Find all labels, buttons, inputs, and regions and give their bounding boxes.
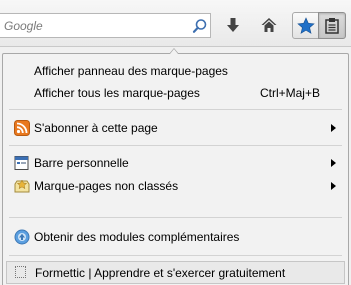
- recent-bookmark-item[interactable]: Formettic | Apprendre et s'exercer gratu…: [6, 261, 345, 284]
- search-input[interactable]: [4, 17, 184, 34]
- menu-item-unsorted-bookmarks[interactable]: Marque-pages non classés: [3, 175, 348, 197]
- page-icon: [15, 266, 26, 278]
- menu-item-bookmarks-toolbar[interactable]: Barre personnelle: [3, 152, 348, 174]
- menu-separator: [9, 109, 342, 110]
- submenu-arrow-icon: [331, 182, 336, 190]
- menu-separator: [9, 255, 342, 256]
- menu-item-show-sidebar[interactable]: Afficher panneau des marque-pages: [3, 60, 348, 82]
- menu-separator: [9, 217, 342, 218]
- menu-item-shortcut: Ctrl+Maj+B: [259, 86, 320, 100]
- addons-icon: [14, 229, 30, 245]
- menu-item-label: Barre personnelle: [34, 156, 129, 170]
- home-icon: [261, 18, 277, 32]
- menu-item-show-all-bookmarks[interactable]: Afficher tous les marque-pages Ctrl+Maj+…: [3, 82, 348, 104]
- menu-item-get-addons[interactable]: Obtenir des modules complémentaires: [3, 226, 348, 248]
- menu-item-label: Afficher panneau des marque-pages: [34, 64, 228, 78]
- bookmarks-library-icon: [325, 18, 339, 34]
- unsorted-bookmarks-icon: [14, 179, 30, 193]
- bookmarks-menu-button[interactable]: [318, 12, 346, 39]
- bookmark-star-icon: [297, 17, 315, 34]
- search-icon[interactable]: [192, 18, 208, 34]
- menu-item-label: Obtenir des modules complémentaires: [34, 230, 240, 244]
- menu-item-subscribe[interactable]: S'abonner à cette page: [3, 117, 348, 139]
- home-button[interactable]: [256, 12, 282, 38]
- download-button[interactable]: [220, 12, 246, 38]
- panel-arrow-inner: [170, 49, 178, 54]
- menu-item-label: S'abonner à cette page: [34, 121, 158, 135]
- navigation-toolbar: [0, 0, 351, 47]
- search-bar[interactable]: [0, 13, 211, 38]
- menu-item-label: Marque-pages non classés: [34, 179, 179, 193]
- menu-item-label: Afficher tous les marque-pages: [34, 86, 200, 100]
- bookmark-star-button[interactable]: [292, 12, 319, 39]
- menu-separator: [9, 145, 342, 146]
- submenu-arrow-icon: [331, 159, 336, 167]
- rss-icon: [14, 120, 30, 136]
- bookmarks-toolbar-icon: [14, 156, 29, 170]
- recent-bookmark-label: Formettic | Apprendre et s'exercer gratu…: [35, 266, 286, 280]
- bookmarks-menu-panel: Afficher panneau des marque-pages Affich…: [2, 49, 349, 285]
- download-arrow-icon: [227, 18, 239, 32]
- submenu-arrow-icon: [331, 124, 336, 132]
